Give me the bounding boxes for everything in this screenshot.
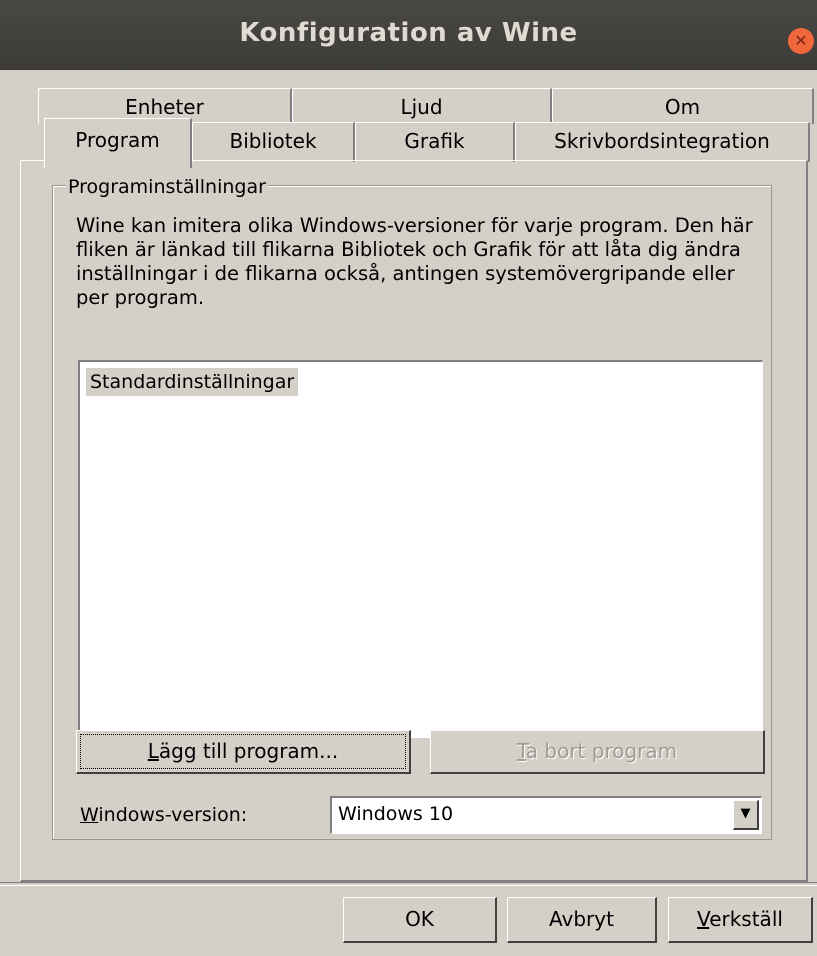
tab-bibliotek[interactable]: Bibliotek	[192, 122, 355, 162]
windows-version-value: Windows 10	[338, 803, 454, 825]
tab-skrivbordsintegration[interactable]: Skrivbordsintegration	[515, 122, 810, 162]
remove-program-button[interactable]: Ta bort program	[430, 730, 765, 774]
footer-separator	[0, 882, 817, 886]
application-list[interactable]: Standardinställningar	[78, 360, 763, 738]
apply-button[interactable]: Verkställ	[668, 897, 813, 943]
add-program-button[interactable]: Lägg till program...	[76, 730, 411, 774]
tab-program[interactable]: Program	[44, 118, 192, 168]
window-title: Konfiguration av Wine	[239, 18, 578, 48]
group-title: Programinställningar	[66, 176, 268, 198]
windows-version-select[interactable]: Windows 10 ▼	[330, 796, 762, 834]
close-icon[interactable]: ✕	[788, 28, 814, 54]
tab-om[interactable]: Om	[552, 88, 814, 124]
ok-button[interactable]: OK	[343, 897, 497, 943]
cancel-button[interactable]: Avbryt	[507, 897, 657, 943]
dialog-body: Enheter Ljud Om Program Bibliotek Grafik…	[0, 70, 817, 956]
chevron-down-icon[interactable]: ▼	[733, 800, 759, 830]
tab-ljud[interactable]: Ljud	[292, 88, 552, 124]
list-item[interactable]: Standardinställningar	[86, 368, 299, 396]
group-description: Wine kan imitera olika Windows-versioner…	[76, 214, 753, 309]
windows-version-label: Windows-version:	[80, 804, 248, 826]
tab-grafik[interactable]: Grafik	[355, 122, 515, 162]
title-bar[interactable]: Konfiguration av Wine ✕	[0, 0, 817, 70]
